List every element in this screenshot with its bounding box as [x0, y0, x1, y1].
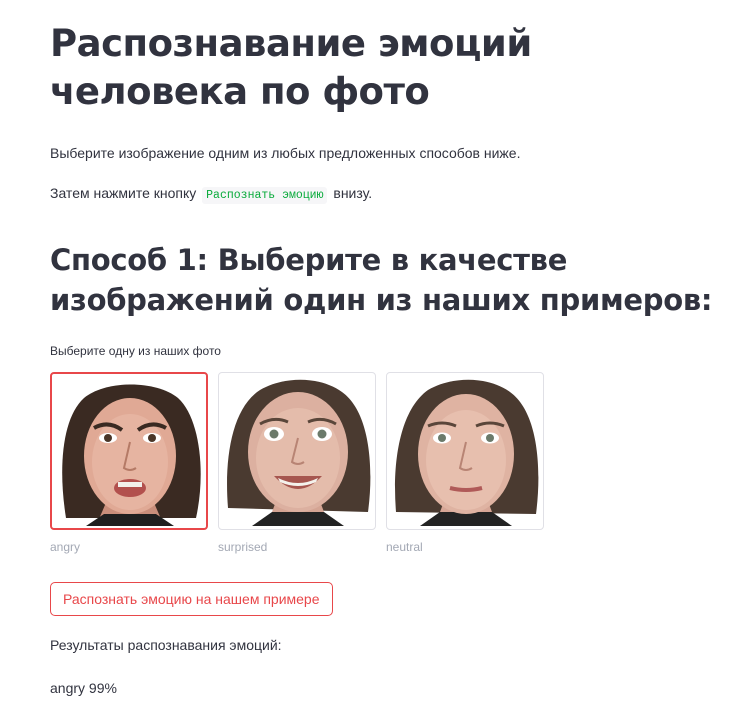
results-value: angry 99%	[50, 680, 117, 696]
instruction-prefix: Затем нажмите кнопку	[50, 185, 197, 201]
image-caption-angry: angry	[50, 540, 81, 554]
recognize-example-button[interactable]: Распознать эмоцию на нашем примере	[50, 582, 333, 616]
page-title: Распознавание эмоций человека по фото	[50, 22, 532, 113]
inline-code-button-name: Распознать эмоцию	[202, 187, 328, 204]
face-photo-smiling-icon	[224, 378, 372, 526]
example-image-neutral[interactable]	[386, 372, 544, 530]
image-caption-surprised: surprised	[218, 540, 268, 554]
method-1-heading: Способ 1: Выберите в качестве изображени…	[50, 243, 713, 317]
instruction-text: Затем нажмите кнопку Распознать эмоцию в…	[50, 183, 372, 206]
example-image-angry[interactable]	[50, 372, 208, 530]
example-image-surprised[interactable]	[218, 372, 376, 530]
image-picker-label: Выберите одну из наших фото	[50, 344, 221, 358]
face-photo-neutral-icon	[392, 378, 540, 526]
face-photo-angry-icon	[56, 378, 204, 526]
instruction-suffix: внизу.	[333, 185, 373, 201]
intro-text: Выберите изображение одним из любых пред…	[50, 145, 521, 161]
image-caption-neutral: neutral	[386, 540, 423, 554]
results-label: Результаты распознавания эмоций:	[50, 637, 282, 653]
